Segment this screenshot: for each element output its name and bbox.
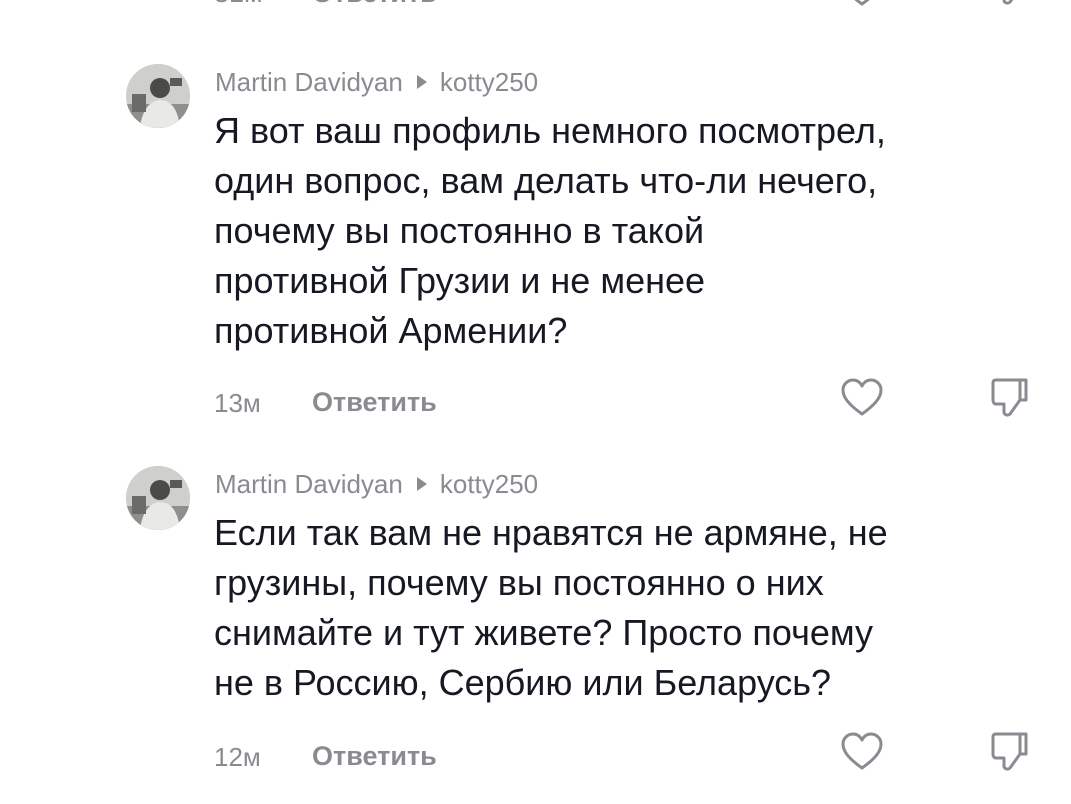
comment-text: Я вот ваш профиль немного посмотрел, оди… <box>214 106 1054 356</box>
comment-text-line: почему вы постоянно в такой <box>214 210 705 251</box>
comment-text-line: один вопрос, вам делать что-ли нечего, <box>214 160 878 201</box>
author-name[interactable]: Martin Davidyan <box>215 469 403 500</box>
reply-button[interactable]: Ответить <box>312 387 437 418</box>
comment-text-line: Я вот ваш профиль немного посмотрел, <box>214 110 886 151</box>
comment-text-line: снимайте и тут живете? Просто почему <box>214 612 874 653</box>
comment-text: Если так вам не нравятся не армяне, не г… <box>214 508 1054 708</box>
reply-to-username[interactable]: kotty250 <box>440 67 538 98</box>
triangle-right-icon <box>416 477 427 491</box>
comment-text-line: Если так вам не нравятся не армяне, не <box>214 512 888 553</box>
reply-to-username[interactable]: kotty250 <box>440 469 538 500</box>
comment-text-line: противной Грузии и не менее <box>214 260 706 301</box>
avatar[interactable] <box>126 64 190 128</box>
avatar[interactable] <box>126 466 190 530</box>
comment-timestamp: 31м <box>214 0 263 9</box>
comment-timestamp: 12м <box>214 742 261 772</box>
thumbs-down-icon[interactable] <box>990 0 1030 13</box>
reply-button[interactable]: Ответить <box>312 0 437 9</box>
triangle-right-icon <box>416 75 427 89</box>
previous-comment-actions: 31м Ответить <box>0 0 1071 18</box>
reply-button[interactable]: Ответить <box>312 741 437 772</box>
thumbs-down-icon[interactable] <box>990 376 1030 425</box>
comment-text-line: не в Россию, Сербию или Беларусь? <box>214 662 832 703</box>
heart-icon[interactable] <box>840 0 884 13</box>
comment-text-line: грузины, почему вы постоянно о них <box>214 562 824 603</box>
comment-text-line: противной Армении? <box>214 310 568 351</box>
comment-header: Martin Davidyan kotty250 <box>215 467 538 501</box>
comment-actions: 13м Ответить <box>0 376 1071 426</box>
heart-icon[interactable] <box>840 378 884 423</box>
comment-actions: 12м Ответить <box>0 730 1071 780</box>
thumbs-down-icon[interactable] <box>990 730 1030 779</box>
author-name[interactable]: Martin Davidyan <box>215 67 403 98</box>
comment-timestamp: 13м <box>214 388 261 418</box>
heart-icon[interactable] <box>840 732 884 777</box>
comment-header: Martin Davidyan kotty250 <box>215 65 538 99</box>
